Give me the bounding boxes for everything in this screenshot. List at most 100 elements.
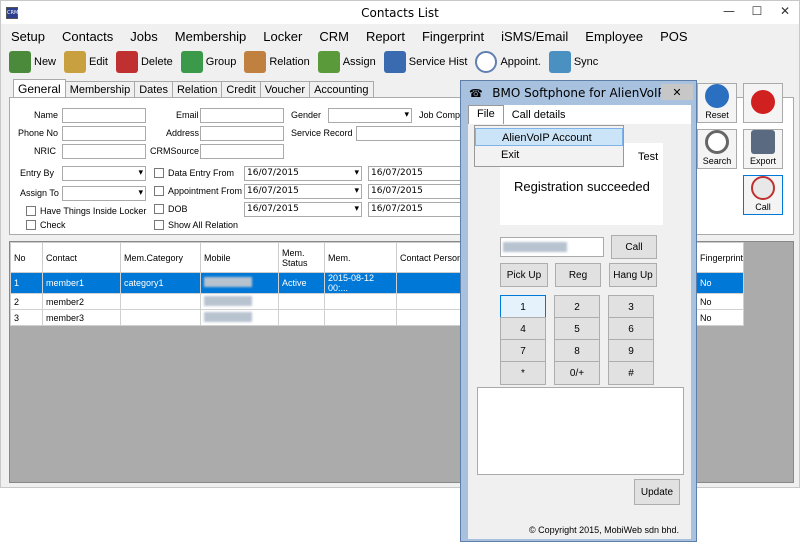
- reg-button[interactable]: Reg: [555, 263, 601, 287]
- tab-accounting[interactable]: Accounting: [309, 81, 374, 98]
- entry-by-select[interactable]: [62, 166, 146, 181]
- name-input[interactable]: [62, 108, 146, 123]
- tab-dates[interactable]: Dates: [134, 81, 173, 98]
- dob-to-date[interactable]: 16/07/2015: [368, 202, 464, 217]
- menu-fingerprint[interactable]: Fingerprint: [422, 29, 484, 44]
- key-1[interactable]: 1: [500, 295, 546, 319]
- check-checkbox[interactable]: [26, 220, 36, 230]
- search-button[interactable]: Search: [697, 129, 737, 169]
- relation-button[interactable]: Relation: [244, 51, 310, 73]
- appointment-label: Appointment From: [168, 186, 243, 196]
- col-mem[interactable]: Mem.: [324, 242, 397, 273]
- show-all-relation-checkbox[interactable]: [154, 220, 164, 230]
- col-fingerprint[interactable]: Fingerprint: [695, 242, 745, 273]
- appointment-from-date[interactable]: 16/07/2015: [244, 184, 362, 199]
- call-log-area[interactable]: [477, 387, 684, 475]
- key-star[interactable]: *: [500, 361, 546, 385]
- appoint-button[interactable]: Appoint.: [475, 51, 541, 73]
- menu-jobs[interactable]: Jobs: [130, 29, 157, 44]
- tab-voucher[interactable]: Voucher: [259, 81, 311, 98]
- close-icon[interactable]: ✕: [771, 1, 799, 21]
- assign-to-select[interactable]: [62, 186, 146, 201]
- menu-pos[interactable]: POS: [660, 29, 687, 44]
- col-no[interactable]: No: [10, 242, 43, 273]
- phone-number-input[interactable]: [500, 237, 604, 257]
- sync-button[interactable]: Sync: [548, 51, 598, 73]
- delete-button[interactable]: Delete: [115, 51, 173, 73]
- have-things-checkbox[interactable]: [26, 206, 36, 216]
- key-2[interactable]: 2: [554, 295, 600, 319]
- key-6[interactable]: 6: [608, 317, 654, 341]
- key-4[interactable]: 4: [500, 317, 546, 341]
- dob-checkbox[interactable]: [154, 204, 164, 214]
- tab-relation[interactable]: Relation: [171, 81, 223, 98]
- window-title: Contacts List: [361, 6, 439, 20]
- pickup-button[interactable]: Pick Up: [500, 263, 548, 287]
- minimize-icon[interactable]: —: [715, 1, 743, 21]
- service-hist-button[interactable]: Service Hist: [383, 51, 467, 73]
- assign-icon: [317, 51, 340, 73]
- nric-input[interactable]: [62, 144, 146, 159]
- softphone-title-bar: ☎ BMO Softphone for AlienVoIP ✕: [461, 81, 696, 105]
- email-input[interactable]: [200, 108, 284, 123]
- key-0-plus[interactable]: 0/+: [554, 361, 600, 385]
- menu-bar: Setup Contacts Jobs Membership Locker CR…: [1, 24, 799, 48]
- key-5[interactable]: 5: [554, 317, 600, 341]
- appointment-checkbox[interactable]: [154, 186, 164, 196]
- new-button[interactable]: New: [9, 51, 56, 73]
- menu-report[interactable]: Report: [366, 29, 405, 44]
- key-9[interactable]: 9: [608, 339, 654, 363]
- softphone-close-icon[interactable]: ✕: [661, 84, 693, 100]
- menu-item-alienvoip-account[interactable]: AlienVoIP Account: [475, 128, 623, 146]
- show-all-relation-label: Show All Relation: [168, 220, 239, 230]
- copyright-text: © Copyright 2015, MobiWeb sdn bhd.: [468, 521, 691, 539]
- data-entry-from-date[interactable]: 16/07/2015: [244, 166, 362, 181]
- hangup-button[interactable]: Hang Up: [609, 263, 657, 287]
- data-entry-to-date[interactable]: 16/07/2015: [368, 166, 464, 181]
- key-3[interactable]: 3: [608, 295, 654, 319]
- tab-membership[interactable]: Membership: [64, 81, 136, 98]
- group-button[interactable]: Group: [180, 51, 236, 73]
- col-contact[interactable]: Contact: [42, 242, 121, 273]
- menu-locker[interactable]: Locker: [263, 29, 302, 44]
- address-input[interactable]: [200, 126, 284, 141]
- gender-select[interactable]: [328, 108, 412, 123]
- col-mobile[interactable]: Mobile: [200, 242, 279, 273]
- tab-general[interactable]: General: [13, 79, 66, 98]
- call-button[interactable]: Call: [743, 175, 783, 215]
- close-form-button[interactable]: [743, 83, 783, 123]
- menu-file[interactable]: File: [468, 105, 504, 124]
- update-button[interactable]: Update: [634, 479, 680, 505]
- crmsource-input[interactable]: [200, 144, 284, 159]
- call-dial-button[interactable]: Call: [611, 235, 657, 259]
- person-add-icon: [9, 51, 31, 73]
- key-7[interactable]: 7: [500, 339, 546, 363]
- maximize-icon[interactable]: ☐: [743, 1, 771, 21]
- dob-from-date[interactable]: 16/07/2015: [244, 202, 362, 217]
- menu-setup[interactable]: Setup: [11, 29, 45, 44]
- export-button[interactable]: Export: [743, 129, 783, 169]
- appointment-to-date[interactable]: 16/07/2015: [368, 184, 464, 199]
- col-status[interactable]: Mem. Status: [278, 242, 325, 273]
- relation-icon: [244, 51, 267, 73]
- key-hash[interactable]: #: [608, 361, 654, 385]
- edit-button[interactable]: Edit: [64, 51, 108, 73]
- key-8[interactable]: 8: [554, 339, 600, 363]
- menu-employee[interactable]: Employee: [585, 29, 643, 44]
- menu-isms-email[interactable]: iSMS/Email: [501, 29, 568, 44]
- sync-icon: [548, 51, 571, 73]
- reset-button[interactable]: Reset: [697, 83, 737, 123]
- gender-label: Gender: [291, 110, 322, 120]
- menu-contacts[interactable]: Contacts: [62, 29, 113, 44]
- assign-button[interactable]: Assign: [317, 51, 376, 73]
- data-entry-checkbox[interactable]: [154, 168, 164, 178]
- service-record-input[interactable]: [356, 126, 462, 141]
- menu-call-details[interactable]: Call details: [504, 109, 574, 121]
- menu-item-exit[interactable]: Exit: [475, 146, 623, 164]
- menu-membership[interactable]: Membership: [175, 29, 247, 44]
- phone-input[interactable]: [62, 126, 146, 141]
- tab-credit[interactable]: Credit: [221, 81, 261, 98]
- col-category[interactable]: Mem.Category: [120, 242, 201, 273]
- menu-crm[interactable]: CRM: [319, 29, 349, 44]
- reset-icon: [705, 84, 729, 108]
